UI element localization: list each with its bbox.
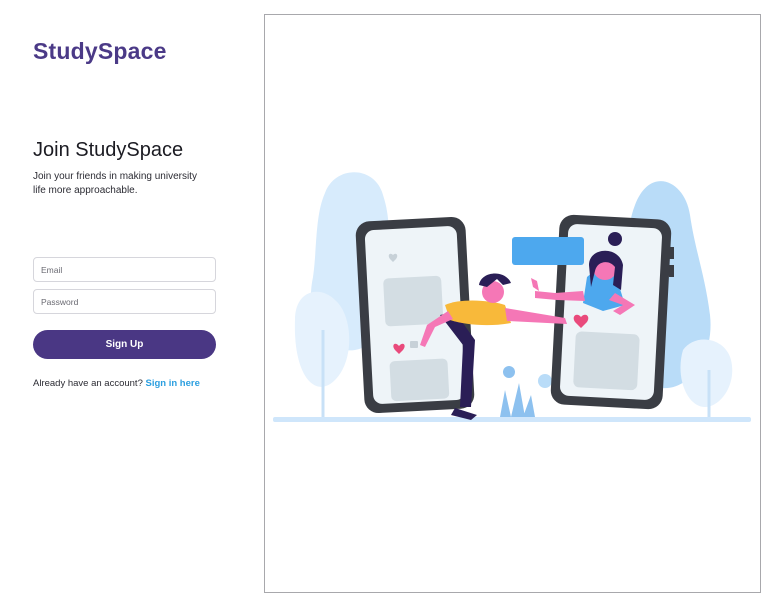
- illustration-panel: [264, 14, 761, 593]
- email-field[interactable]: [33, 257, 216, 282]
- password-field[interactable]: [33, 289, 216, 314]
- illustration-svg: [273, 172, 751, 422]
- account-prompt-text: Already have an account?: [33, 378, 143, 389]
- chat-bubble: [512, 237, 584, 265]
- background-foliage: [273, 172, 751, 422]
- signin-prompt: Already have an account? Sign in here: [33, 378, 200, 389]
- page-title: Join StudySpace: [33, 139, 184, 161]
- page-subtitle: Join your friends in making university l…: [33, 171, 197, 196]
- sign-in-link[interactable]: Sign in here: [146, 378, 200, 389]
- sign-up-button[interactable]: Sign Up: [33, 330, 216, 359]
- brand-logo: StudySpace: [33, 38, 167, 64]
- signup-page: StudySpace Join StudySpace Join your fri…: [0, 0, 772, 608]
